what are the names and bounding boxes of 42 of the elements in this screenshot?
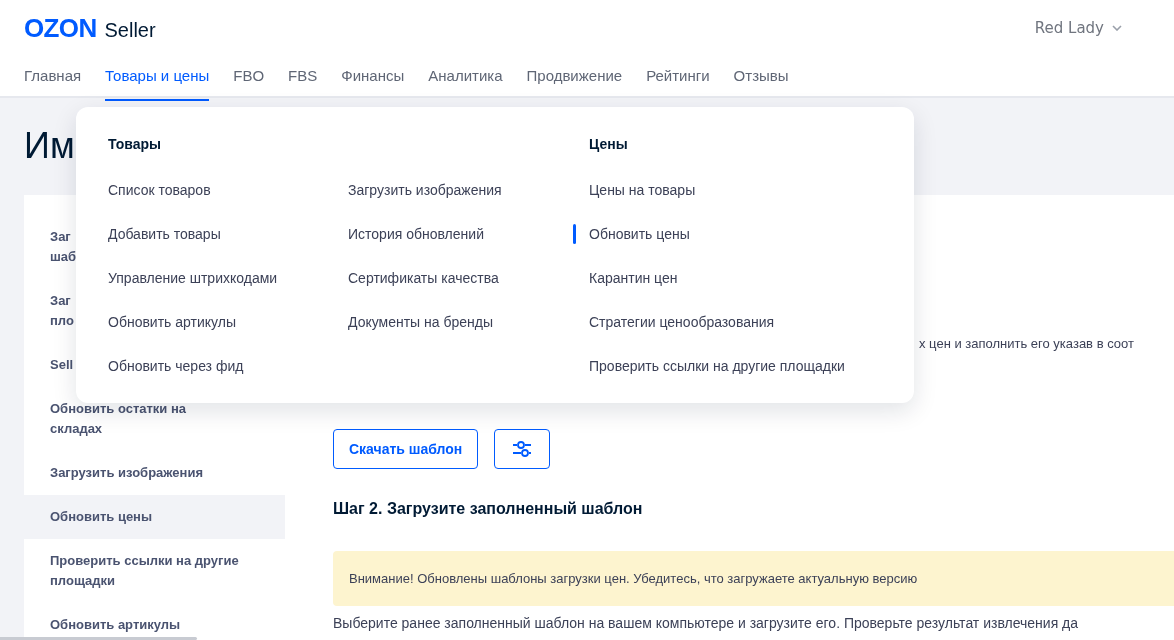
- instruction-text: х цен и заполнить его указав в соот: [919, 335, 1134, 353]
- menu-item[interactable]: Обновить артикулы: [108, 311, 236, 333]
- menu-item[interactable]: Управление штрихкодами: [108, 267, 278, 289]
- menu-item[interactable]: История обновлений: [348, 223, 484, 245]
- menu-item[interactable]: Проверить ссылки на другие площадки: [589, 355, 845, 377]
- step-heading: Шаг 2. Загрузите заполненный шаблон: [333, 499, 644, 519]
- menu-item[interactable]: Обновить цены: [589, 223, 690, 245]
- menu-item[interactable]: Цены на товары: [589, 179, 696, 201]
- nav-tab[interactable]: FBS: [288, 65, 318, 101]
- account-menu[interactable]: Red Lady: [1034, 17, 1122, 40]
- menu-heading: Цены: [589, 135, 629, 154]
- nav-tab[interactable]: Аналитика: [428, 65, 503, 101]
- settings-button[interactable]: [494, 429, 551, 469]
- nav-tab[interactable]: Товары и цены: [105, 65, 210, 101]
- nav-tab[interactable]: FBO: [233, 65, 265, 101]
- menu-item[interactable]: Карантин цен: [589, 267, 678, 289]
- chevron-down-icon: [1112, 25, 1122, 32]
- menu-item[interactable]: Обновить через фид: [108, 355, 244, 377]
- menu-item[interactable]: Документы на бренды: [348, 311, 494, 333]
- instruction-text: Выберите ранее заполненный шаблон на вашем компьютере и загрузите его. Проверьте результат извлечения да: [333, 614, 1080, 632]
- download-template-button[interactable]: Скачать шаблон: [333, 429, 479, 469]
- logo-subtitle: Seller: [104, 18, 156, 42]
- nav-tab[interactable]: Главная: [24, 65, 82, 101]
- page-title: Им: [24, 124, 75, 168]
- menu-heading: Товары: [108, 135, 162, 154]
- logo[interactable]: OZON: [24, 14, 97, 42]
- nav-tab[interactable]: Отзывы: [733, 65, 789, 101]
- sliders-icon: [511, 439, 534, 459]
- menu-item[interactable]: Загрузить изображения: [348, 179, 502, 201]
- menu-item[interactable]: Стратегии ценообразования: [589, 311, 775, 333]
- menu-item[interactable]: Сертификаты качества: [348, 267, 499, 289]
- notice-text: Внимание! Обновлены шаблоны загрузки цен. Убедитесь, что загружаете актуальную версию: [349, 569, 918, 588]
- sidebar-item[interactable]: Загрузить изображения: [24, 451, 285, 495]
- menu-item[interactable]: Список товаров: [108, 179, 211, 201]
- sidebar-item[interactable]: Обновить артикулы: [24, 603, 285, 640]
- nav-tab[interactable]: Финансы: [341, 65, 405, 101]
- nav-tab[interactable]: Продвижение: [526, 65, 623, 101]
- sidebar-item[interactable]: Проверить ссылки на другие площадки: [24, 539, 285, 603]
- menu-item[interactable]: Добавить товары: [108, 223, 221, 245]
- sidebar-item[interactable]: Обновить цены: [24, 495, 285, 539]
- scrollbar[interactable]: [0, 637, 197, 640]
- nav-tab[interactable]: Рейтинги: [646, 65, 710, 101]
